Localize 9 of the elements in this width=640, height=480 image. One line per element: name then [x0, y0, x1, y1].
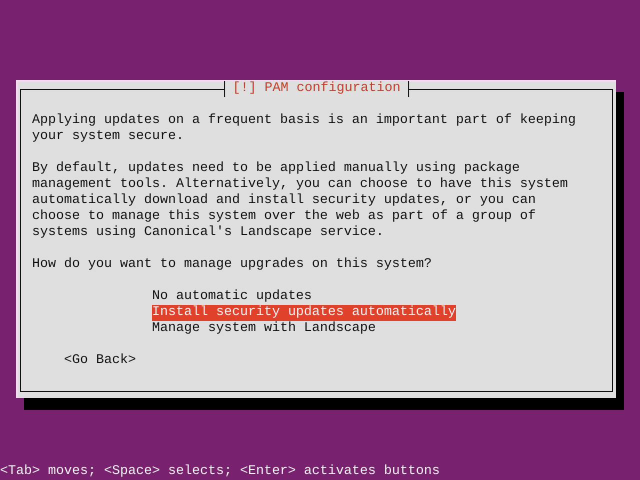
description-text: By default, updates need to be applied manually using package management tools. Alternatively, you can choose to have this system automatically download and install security updates, or you can choose to manage this system over the web as part of a group of systems using Canonical's Landscape service.: [32, 161, 569, 241]
menu-option[interactable]: Manage system with Landscape: [152, 321, 376, 337]
dialog-title: [!] PAM configuration: [224, 81, 410, 97]
menu-option[interactable]: No automatic updates: [152, 289, 312, 305]
description-text: Applying updates on a frequent basis is an important part of keeping your system secure.: [32, 113, 577, 145]
go-back-button[interactable]: <Go Back>: [64, 353, 136, 369]
question-text: How do you want to manage upgrades on this system?: [32, 257, 433, 273]
help-line: <Tab> moves; <Space> selects; <Enter> activates buttons: [0, 464, 440, 480]
menu-option[interactable]: Install security updates automatically: [152, 305, 456, 321]
